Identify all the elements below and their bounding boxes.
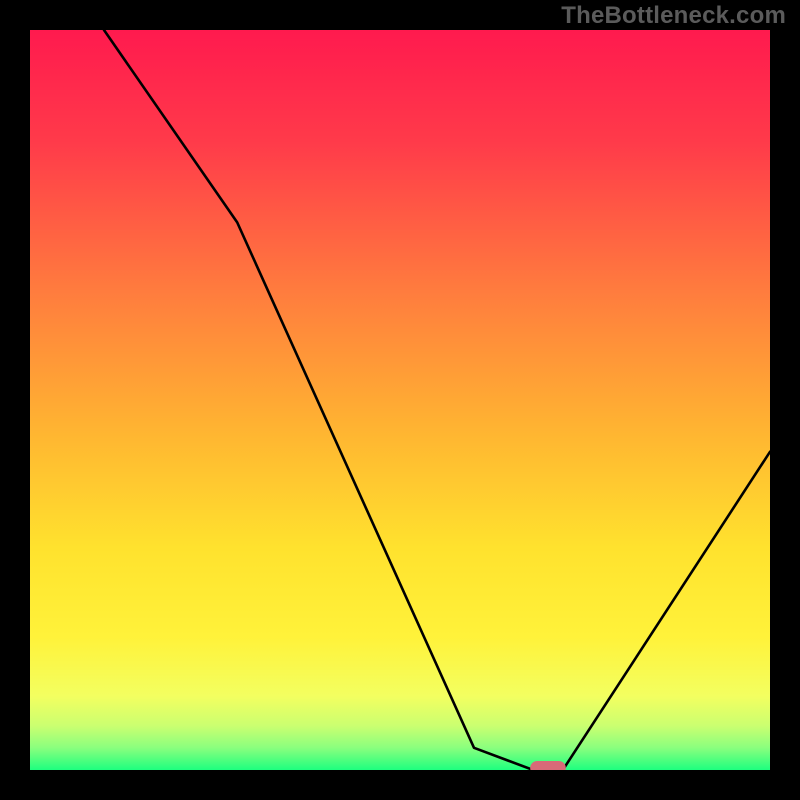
gradient-background: [30, 30, 770, 770]
chart-root: TheBottleneck.com: [0, 0, 800, 800]
plot-svg: [30, 30, 770, 770]
plot-area: [30, 30, 770, 770]
optimum-pill: [530, 761, 566, 770]
watermark-text: TheBottleneck.com: [561, 2, 786, 30]
